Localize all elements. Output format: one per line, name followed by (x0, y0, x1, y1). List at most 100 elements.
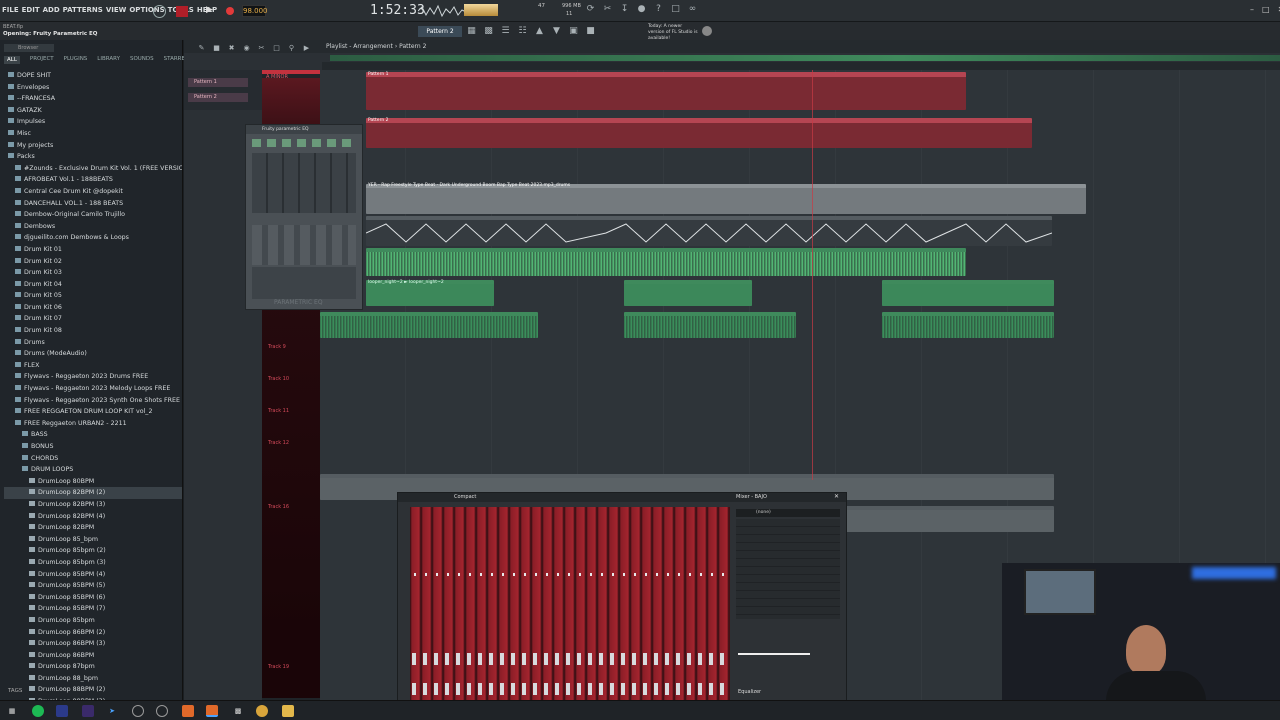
chrome-icon[interactable] (132, 705, 144, 717)
microphone-icon[interactable]: ● (636, 4, 647, 15)
chat-icon[interactable]: □ (670, 4, 681, 15)
browser-item[interactable]: DrumLoop 88_bpm (4, 673, 182, 685)
track-label-19[interactable]: Track 19 (268, 664, 289, 670)
bass-clip-1[interactable] (320, 312, 538, 338)
loop-clip-1[interactable]: looper_night~2 ► looper_night~2 (366, 280, 494, 306)
browser-item[interactable]: DrumLoop 85BPM (7) (4, 603, 182, 615)
bass-clip-3[interactable] (882, 312, 1054, 338)
spotify-icon[interactable] (32, 705, 44, 717)
browser-item[interactable]: DrumLoop 85bpm (4, 615, 182, 627)
fl-icon[interactable] (182, 705, 194, 717)
browser-item[interactable]: DANCEHALL VOL.1 - 188 BEATS (4, 198, 182, 210)
draw-tool-icon[interactable]: ✎ (196, 43, 207, 54)
download-icon[interactable]: ↧ (619, 4, 630, 15)
piano-icon[interactable]: ▩ (483, 26, 494, 37)
browser-item[interactable]: DrumLoop 80BPM (4, 476, 182, 488)
mixer-mode[interactable]: Compact (454, 494, 476, 500)
browser-item[interactable]: AFROBEAT Vol.1 - 188BEATS (4, 174, 182, 186)
browser-item[interactable]: CHORDS (4, 453, 182, 465)
menu-patterns[interactable]: PATTERNS (63, 6, 103, 14)
menu-view[interactable]: VIEW (106, 6, 127, 14)
browser-item[interactable]: Central Cee Drum Kit @dopekit (4, 186, 182, 198)
chrome2-icon[interactable] (256, 705, 268, 717)
browser-item[interactable]: DrumLoop 82BPM (4, 522, 182, 534)
browser-item[interactable]: DrumLoop 85BPM (5) (4, 580, 182, 592)
browser-item[interactable]: DOPE SHIT (4, 70, 182, 82)
menu-file[interactable]: FILE (2, 6, 19, 14)
menu-edit[interactable]: EDIT (22, 6, 40, 14)
windows-icon[interactable]: ▦ (6, 705, 18, 717)
browser-item[interactable]: DrumLoop 86BPM (2) (4, 627, 182, 639)
scissors-icon[interactable]: ✂ (602, 4, 613, 15)
pattern-item-2[interactable]: Pattern 2 (188, 93, 248, 102)
browser-item[interactable]: DrumLoop 85BPM (6) (4, 592, 182, 604)
band-3[interactable] (282, 139, 291, 147)
pattern-selector[interactable]: Pattern 2 (418, 26, 462, 37)
band-1[interactable] (252, 139, 261, 147)
record-icon[interactable] (226, 7, 234, 15)
browser-item[interactable]: FLEX (4, 360, 182, 372)
pat-song-toggle[interactable] (176, 6, 188, 17)
browser-item[interactable]: DrumLoop 87bpm (4, 661, 182, 673)
browser-item[interactable]: BASS (4, 429, 182, 441)
tempo-display[interactable]: 98.000 (242, 5, 268, 17)
band-6[interactable] (327, 139, 336, 147)
tab-project[interactable]: PROJECT (30, 56, 54, 64)
browser-item[interactable]: Drum Kit 04 (4, 279, 182, 291)
track-label-11[interactable]: Track 11 (268, 408, 289, 414)
mixer-slot-1[interactable]: (none) (736, 509, 840, 517)
tab-sounds[interactable]: SOUNDS (130, 56, 154, 64)
play-icon[interactable]: ▶ (206, 5, 213, 15)
pin-icon[interactable]: ▼ (551, 26, 562, 37)
browser-item[interactable]: Dembows (4, 221, 182, 233)
browser-item[interactable]: DRUM LOOPS (4, 464, 182, 476)
settings-icon[interactable] (156, 705, 168, 717)
band-5[interactable] (312, 139, 321, 147)
mixer-route-knobs[interactable] (410, 683, 730, 695)
loop-clip-2[interactable] (624, 280, 752, 306)
grid-icon[interactable]: ▦ (466, 26, 477, 37)
browser-item[interactable]: djgueilito.com Dembows & Loops (4, 232, 182, 244)
browser-item[interactable]: Packs (4, 151, 182, 163)
peq-graph[interactable] (252, 267, 356, 299)
browser-item[interactable]: --FRANCESA (4, 93, 182, 105)
browser-item[interactable]: Misc (4, 128, 182, 140)
arrow-icon[interactable]: ➤ (106, 705, 118, 717)
playhead[interactable] (812, 70, 813, 480)
delete-tool-icon[interactable]: ✖ (226, 43, 237, 54)
link-icon[interactable]: ∞ (687, 4, 698, 15)
maximize-icon[interactable]: □ (1262, 5, 1270, 14)
browser-item[interactable]: Drums (ModeAudio) (4, 348, 182, 360)
tab-all[interactable]: ALL (4, 56, 20, 64)
pattern-item-1[interactable]: Pattern 1 (188, 78, 248, 87)
browser-item[interactable]: Drum Kit 01 (4, 244, 182, 256)
mixer-close-icon[interactable]: ✕ (834, 493, 839, 500)
channel-rack-icon[interactable]: ☷ (517, 26, 528, 37)
browser-item[interactable]: DrumLoop 85bpm (3) (4, 557, 182, 569)
browser-item[interactable]: DrumLoop 86BPM (4, 650, 182, 662)
browser-item[interactable]: DrumLoop 82BPM (2) (4, 487, 182, 499)
cpu-icon[interactable]: ■ (585, 26, 596, 37)
browser-item[interactable]: DrumLoop 86BPM (3) (4, 638, 182, 650)
browser-item[interactable]: Flywavs - Reggaeton 2023 Synth One Shots… (4, 395, 182, 407)
timeline-ruler[interactable] (322, 62, 1280, 70)
fl-active-icon[interactable] (206, 705, 218, 717)
browser-item[interactable]: #Zounds - Exclusive Drum Kit Vol. 1 (FRE… (4, 163, 182, 175)
menu-add[interactable]: ADD (43, 6, 60, 14)
browser-item[interactable]: FREE Reggaeton URBAN2 - 2211 (4, 418, 182, 430)
user-avatar[interactable] (702, 26, 712, 36)
browser-item[interactable]: Envelopes (4, 82, 182, 94)
horizontal-scrollbar[interactable] (330, 55, 1280, 61)
band-2[interactable] (267, 139, 276, 147)
band-7[interactable] (342, 139, 351, 147)
paint-tool-icon[interactable]: ■ (211, 43, 222, 54)
browser-item[interactable]: Impulses (4, 116, 182, 128)
peq-band-faders[interactable] (252, 153, 356, 213)
loop-clip-3[interactable] (882, 280, 1054, 306)
plugin-icon[interactable]: ▲ (534, 26, 545, 37)
browser-item[interactable]: DrumLoop 85bpm (2) (4, 545, 182, 557)
playback-tool-icon[interactable]: ▶ (301, 43, 312, 54)
adobe-icon[interactable] (56, 705, 68, 717)
slice-tool-icon[interactable]: ✂ (256, 43, 267, 54)
track-label-10[interactable]: Track 10 (268, 376, 289, 382)
